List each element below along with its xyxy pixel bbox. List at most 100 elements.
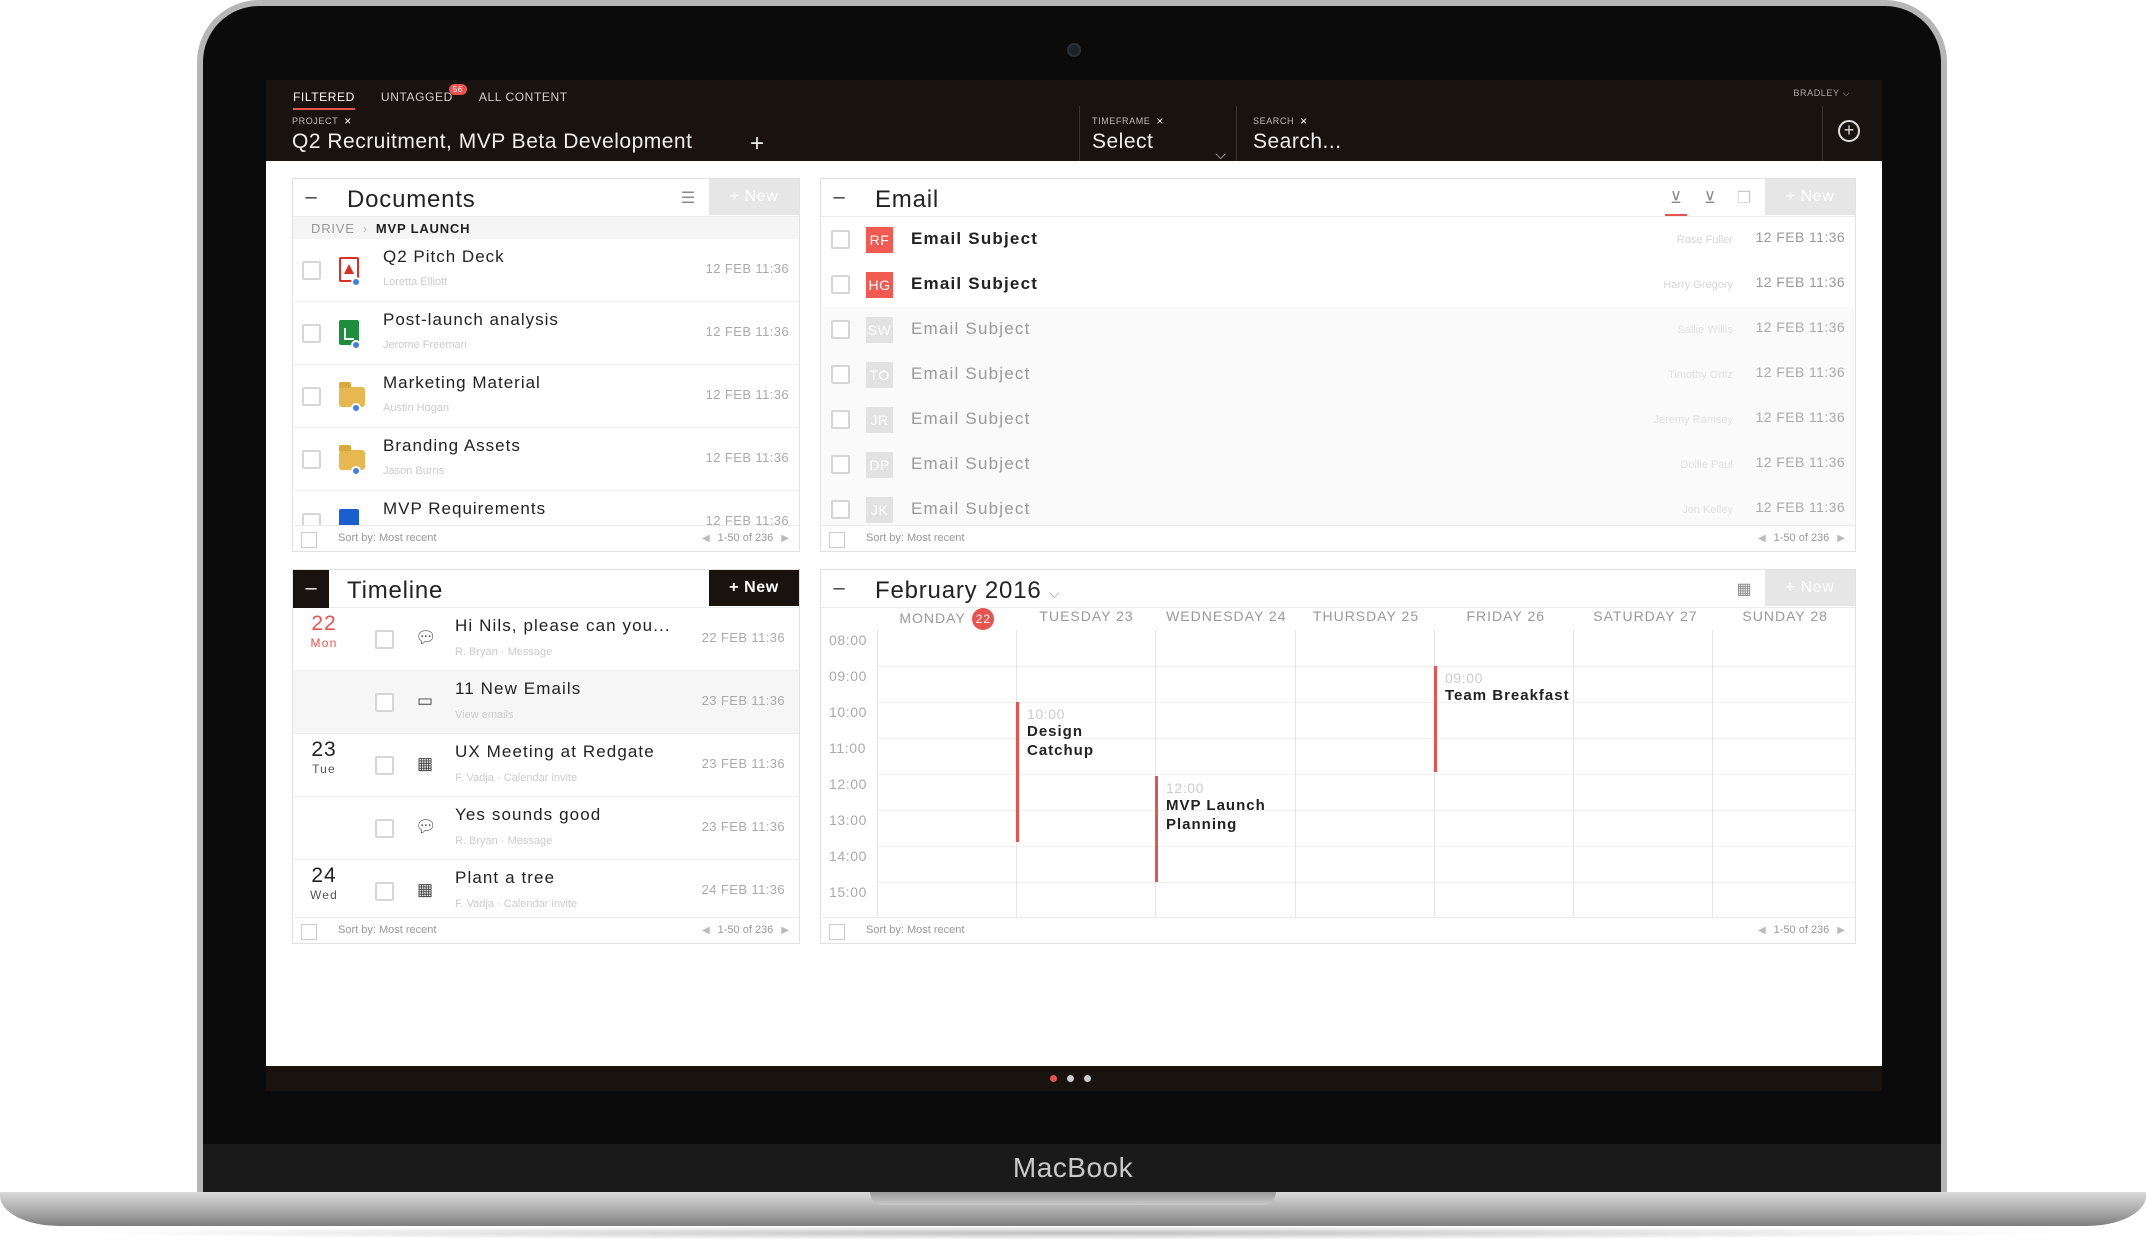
email-subject: Email Subject	[911, 454, 1031, 473]
page-dot[interactable]	[1050, 1075, 1057, 1082]
row-checkbox[interactable]	[375, 882, 394, 901]
collapse-calendar-button[interactable]: –	[821, 570, 857, 608]
email-row[interactable]: SW Email Subject Sallie Willis 12 FEB 11…	[821, 307, 1855, 352]
document-row[interactable]: Post-launch analysis Jerome Freeman 12 F…	[293, 302, 799, 365]
calendar-header: – February 2016 ⌵ ▦ + New	[821, 570, 1855, 608]
new-document-button[interactable]: + New	[709, 179, 799, 215]
timeframe-filter[interactable]: TIMEFRAME × Select ⌵	[1092, 114, 1226, 162]
collapse-timeline-button[interactable]: –	[293, 570, 329, 608]
row-checkbox[interactable]	[375, 819, 394, 838]
search-filter-label: SEARCH	[1253, 116, 1295, 126]
email-row[interactable]: DP Email Subject Dollie Paul 12 FEB 11:3…	[821, 442, 1855, 487]
row-checkbox[interactable]	[302, 387, 321, 406]
sort-dropdown[interactable]: Sort by: Most recent	[338, 532, 436, 544]
new-email-button[interactable]: + New	[1765, 179, 1855, 215]
document-row[interactable]: Q2 Pitch Deck Loretta Elliott 12 FEB 11:…	[293, 239, 799, 302]
clear-project-icon[interactable]: ×	[344, 114, 352, 128]
project-filter[interactable]: PROJECT × Q2 Recruitment, MVP Beta Develo…	[292, 114, 692, 154]
row-checkbox[interactable]	[831, 275, 850, 294]
breadcrumb-current[interactable]: MVP LAUNCH	[376, 221, 470, 236]
prev-page-icon[interactable]: ◀	[1758, 533, 1766, 544]
select-all-checkbox[interactable]	[829, 924, 845, 940]
document-row[interactable]: Marketing Material Austin Hogan 12 FEB 1…	[293, 365, 799, 428]
calendar-grid[interactable]: 10:00 Design Catchup 12:00 MVP Launch Pl…	[877, 630, 1855, 922]
avatar: HG	[866, 272, 893, 298]
row-checkbox[interactable]	[831, 410, 850, 429]
calendar-panel: – February 2016 ⌵ ▦ + New MONDAY 22 TUES…	[820, 569, 1856, 944]
breadcrumb-drive[interactable]: DRIVE	[311, 221, 355, 236]
collapse-email-button[interactable]: –	[821, 179, 857, 217]
row-checkbox[interactable]	[302, 324, 321, 343]
calendar-event[interactable]: 12:00 MVP Launch Planning	[1155, 776, 1291, 882]
chevron-down-icon: ⌵	[1842, 88, 1850, 98]
inbox-icon[interactable]: ⊻	[1665, 188, 1687, 216]
sort-dropdown[interactable]: Sort by: Most recent	[866, 532, 964, 544]
tab-all-content[interactable]: ALL CONTENT	[479, 90, 568, 110]
tab-filtered[interactable]: FILTERED	[293, 90, 355, 110]
drafts-icon[interactable]: ❐	[1733, 188, 1755, 208]
sent-icon[interactable]: ⊻	[1699, 188, 1721, 208]
event-title: Design Catchup	[1027, 723, 1094, 759]
row-checkbox[interactable]	[831, 230, 850, 249]
select-all-checkbox[interactable]	[301, 924, 317, 940]
clear-timeframe-icon[interactable]: ×	[1156, 114, 1164, 128]
page-dot[interactable]	[1084, 1075, 1091, 1082]
calendar-title[interactable]: February 2016 ⌵	[875, 577, 1060, 605]
collapse-documents-button[interactable]: –	[293, 179, 329, 217]
tab-untagged[interactable]: UNTAGGED 56	[381, 84, 467, 110]
next-page-icon[interactable]: ▶	[781, 533, 789, 544]
calendar-event[interactable]: 09:00 Team Breakfast	[1434, 666, 1570, 772]
email-subject: Email Subject	[911, 409, 1031, 428]
timeline-item[interactable]: ▭ 11 New Emails View emails 23 FEB 11:36	[293, 671, 799, 734]
row-checkbox[interactable]	[831, 320, 850, 339]
row-checkbox[interactable]	[375, 630, 394, 649]
timeline-item[interactable]: 22 Mon 💬︎ Hi Nils, please can you... R. …	[293, 608, 799, 671]
row-checkbox[interactable]	[302, 450, 321, 469]
chevron-down-icon: ⌵	[1048, 585, 1061, 601]
email-row[interactable]: RF Email Subject Rose Fuller 12 FEB 11:3…	[821, 217, 1855, 262]
sort-dropdown[interactable]: Sort by: Most recent	[866, 924, 964, 936]
document-row[interactable]: Branding Assets Jason Burns 12 FEB 11:36	[293, 428, 799, 491]
row-checkbox[interactable]	[831, 455, 850, 474]
email-row[interactable]: HG Email Subject Harry Gregory 12 FEB 11…	[821, 262, 1855, 307]
select-all-checkbox[interactable]	[829, 532, 845, 548]
search-input[interactable]: Search...	[1253, 130, 1342, 154]
timeline-item-time: 24 FEB 11:36	[701, 882, 785, 897]
next-page-icon[interactable]: ▶	[1837, 533, 1845, 544]
next-page-icon[interactable]: ▶	[781, 925, 789, 936]
email-subject: Email Subject	[911, 499, 1031, 518]
calendar-event[interactable]: 10:00 Design Catchup	[1016, 702, 1152, 842]
row-checkbox[interactable]	[302, 261, 321, 280]
email-sender: Harry Gregory	[1663, 279, 1733, 291]
row-checkbox[interactable]	[375, 756, 394, 775]
user-menu[interactable]: BRADLEY ⌵	[1793, 88, 1850, 99]
add-project-icon[interactable]: +	[750, 130, 764, 158]
avatar: RF	[866, 227, 893, 253]
prev-page-icon[interactable]: ◀	[702, 533, 710, 544]
timeline-item[interactable]: 23 Tue ▦ UX Meeting at Redgate F. Vadja …	[293, 734, 799, 797]
prev-page-icon[interactable]: ◀	[702, 925, 710, 936]
list-view-icon[interactable]: ☰	[677, 188, 699, 208]
timeline-item[interactable]: 💬︎ Yes sounds good R. Bryan · Message 23…	[293, 797, 799, 860]
prev-page-icon[interactable]: ◀	[1758, 925, 1766, 936]
clear-search-icon[interactable]: ×	[1300, 114, 1308, 128]
select-all-checkbox[interactable]	[301, 532, 317, 548]
row-checkbox[interactable]	[831, 365, 850, 384]
calendar-view-icon[interactable]: ▦	[1733, 579, 1755, 599]
row-checkbox[interactable]	[831, 500, 850, 519]
email-subject: Email Subject	[911, 229, 1039, 248]
row-checkbox[interactable]	[375, 693, 394, 712]
page-dot[interactable]	[1067, 1075, 1074, 1082]
add-widget-icon[interactable]: +	[1838, 120, 1860, 142]
email-row[interactable]: TO Email Subject Timothy Ortiz 12 FEB 11…	[821, 352, 1855, 397]
email-title: Email	[875, 186, 940, 213]
email-row[interactable]: JR Email Subject Jeremy Ramsey 12 FEB 11…	[821, 397, 1855, 442]
bottom-bar	[266, 1066, 1882, 1091]
next-page-icon[interactable]: ▶	[1837, 925, 1845, 936]
sort-dropdown[interactable]: Sort by: Most recent	[338, 924, 436, 936]
new-event-button[interactable]: + New	[1765, 570, 1855, 606]
new-timeline-button[interactable]: + New	[709, 570, 799, 606]
day-name: Mon	[310, 636, 338, 650]
timeline-item[interactable]: 24 Wed ▦ Plant a tree F. Vadja · Calenda…	[293, 860, 799, 923]
search-filter[interactable]: SEARCH × Search...	[1253, 114, 1342, 154]
